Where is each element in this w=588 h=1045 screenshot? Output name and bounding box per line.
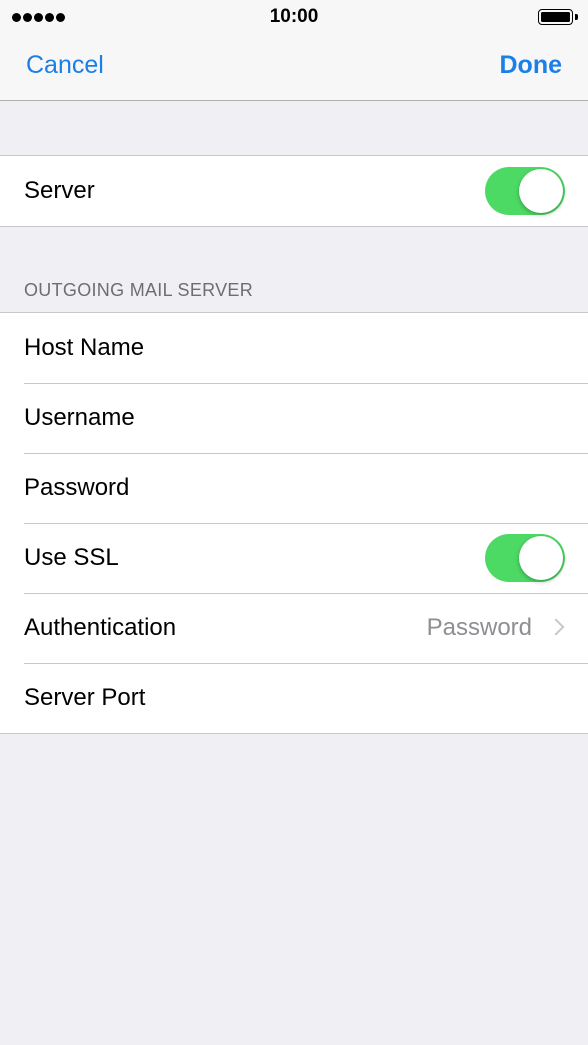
chevron-right-icon xyxy=(547,618,565,636)
done-button[interactable]: Done xyxy=(500,51,563,80)
server-row: Server xyxy=(0,156,588,226)
server-toggle[interactable] xyxy=(485,167,565,215)
use-ssl-toggle[interactable] xyxy=(485,534,565,582)
cancel-button[interactable]: Cancel xyxy=(26,51,104,80)
host-name-row[interactable]: Host Name xyxy=(0,313,588,383)
outgoing-server-group: Host Name Username Password Use SSL Auth… xyxy=(0,312,588,734)
authentication-row[interactable]: Authentication Password xyxy=(0,593,588,663)
authentication-value: Password xyxy=(426,614,532,641)
status-bar: 10:00 xyxy=(0,0,588,33)
server-group: Server xyxy=(0,155,588,227)
server-port-label: Server Port xyxy=(24,684,146,711)
server-port-row[interactable]: Server Port xyxy=(0,663,588,733)
password-row[interactable]: Password xyxy=(0,453,588,523)
password-label: Password xyxy=(24,474,130,501)
use-ssl-row: Use SSL xyxy=(0,523,588,593)
server-label: Server xyxy=(24,177,95,204)
username-label: Username xyxy=(24,404,135,431)
status-time: 10:00 xyxy=(269,6,319,27)
navigation-bar: Cancel Done xyxy=(0,33,588,101)
username-row[interactable]: Username xyxy=(0,383,588,453)
host-name-label: Host Name xyxy=(24,334,145,361)
toggle-knob xyxy=(519,536,563,580)
use-ssl-label: Use SSL xyxy=(24,544,119,571)
authentication-label: Authentication xyxy=(24,614,177,641)
outgoing-mail-server-header: OUTGOING MAIL SERVER xyxy=(24,280,254,300)
battery-full-icon xyxy=(538,9,578,27)
toggle-knob xyxy=(519,169,563,213)
